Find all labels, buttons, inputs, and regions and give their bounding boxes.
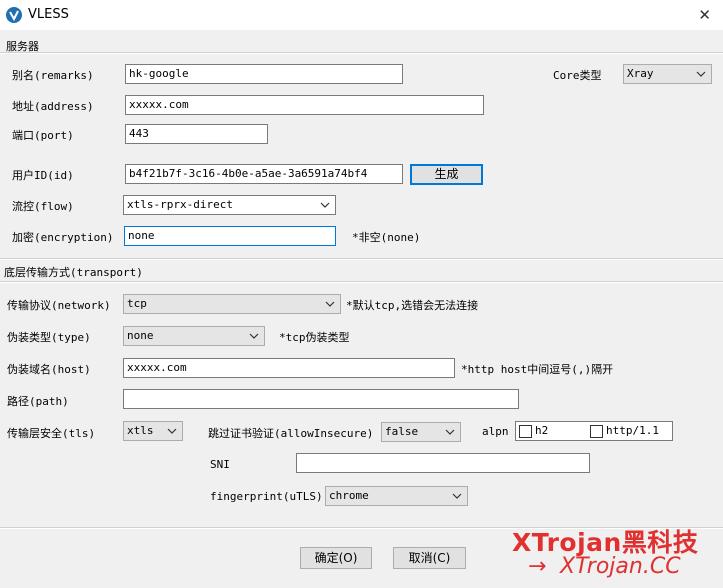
network-select[interactable]: tcp <box>123 294 341 314</box>
chevron-down-icon <box>167 422 177 440</box>
allow-insecure-label: 跳过证书验证(allowInsecure) <box>208 427 374 440</box>
alpn-h2-checkbox[interactable] <box>519 425 532 438</box>
flow-select[interactable]: xtls-rprx-direct <box>123 195 336 215</box>
type-value: none <box>127 329 154 342</box>
path-label: 路径(path) <box>7 395 69 408</box>
watermark-arrow-icon: → <box>528 554 547 579</box>
port-label: 端口(port) <box>12 129 74 142</box>
chevron-down-icon <box>696 65 706 83</box>
core-type-value: Xray <box>627 67 654 80</box>
flow-value: xtls-rprx-direct <box>127 198 233 211</box>
chevron-down-icon <box>249 327 259 345</box>
network-value: tcp <box>127 297 147 310</box>
allow-insecure-value: false <box>385 425 419 438</box>
tls-label: 传输层安全(tls) <box>7 427 96 440</box>
chevron-down-icon <box>320 196 330 214</box>
section-divider <box>0 52 723 54</box>
alpn-label: alpn <box>482 425 509 438</box>
alpn-http11-label: http/1.1 <box>606 424 659 437</box>
user-id-label: 用户ID(id) <box>12 169 74 182</box>
remarks-input[interactable]: hk-google <box>125 64 403 84</box>
v2ray-logo-icon <box>6 7 22 23</box>
host-hint: *http host中间逗号(,)隔开 <box>461 363 614 376</box>
generate-button[interactable]: 生成 <box>410 164 483 185</box>
fingerprint-select[interactable]: chrome <box>325 486 468 506</box>
alpn-h2-label: h2 <box>535 424 549 437</box>
close-icon[interactable]: ✕ <box>698 6 711 24</box>
address-input[interactable]: xxxxx.com <box>125 95 484 115</box>
transport-section-title: 底层传输方式(transport) <box>4 266 143 279</box>
core-type-label: Core类型 <box>553 69 602 82</box>
network-label: 传输协议(network) <box>7 299 111 312</box>
section-divider <box>0 258 723 260</box>
ok-button[interactable]: 确定(O) <box>300 547 372 569</box>
type-hint: *tcp伪装类型 <box>279 331 350 344</box>
flow-label: 流控(flow) <box>12 200 74 213</box>
alpn-http11-checkbox[interactable] <box>590 425 603 438</box>
path-input[interactable] <box>123 389 519 409</box>
cancel-button[interactable]: 取消(C) <box>393 547 466 569</box>
chevron-down-icon <box>325 295 335 313</box>
port-input[interactable]: 443 <box>125 124 268 144</box>
address-label: 地址(address) <box>12 100 94 113</box>
section-divider <box>0 281 723 283</box>
type-label: 伪装类型(type) <box>7 331 91 344</box>
encryption-input[interactable]: none <box>124 226 336 246</box>
type-select[interactable]: none <box>123 326 265 346</box>
encryption-label: 加密(encryption) <box>12 231 114 244</box>
tls-select[interactable]: xtls <box>123 421 183 441</box>
core-type-select[interactable]: Xray <box>623 64 712 84</box>
watermark-url: XTrojan.CC <box>560 554 681 579</box>
alpn-list: h2 http/1.1 <box>515 421 673 441</box>
host-label: 伪装域名(host) <box>7 363 91 376</box>
encryption-hint: *非空(none) <box>352 231 421 244</box>
allow-insecure-select[interactable]: false <box>381 422 461 442</box>
fingerprint-label: fingerprint(uTLS) <box>210 490 323 503</box>
chevron-down-icon <box>452 487 462 505</box>
remarks-label: 别名(remarks) <box>12 69 94 82</box>
window-title: VLESS <box>28 7 69 22</box>
sni-label: SNI <box>210 458 230 471</box>
tls-value: xtls <box>127 424 154 437</box>
fingerprint-value: chrome <box>329 489 369 502</box>
user-id-input[interactable]: b4f21b7f-3c16-4b0e-a5ae-3a6591a74bf4 <box>125 164 403 184</box>
chevron-down-icon <box>445 423 455 441</box>
title-bar <box>0 0 723 30</box>
sni-input[interactable] <box>296 453 590 473</box>
host-input[interactable]: xxxxx.com <box>123 358 455 378</box>
network-hint: *默认tcp,选错会无法连接 <box>346 299 479 312</box>
